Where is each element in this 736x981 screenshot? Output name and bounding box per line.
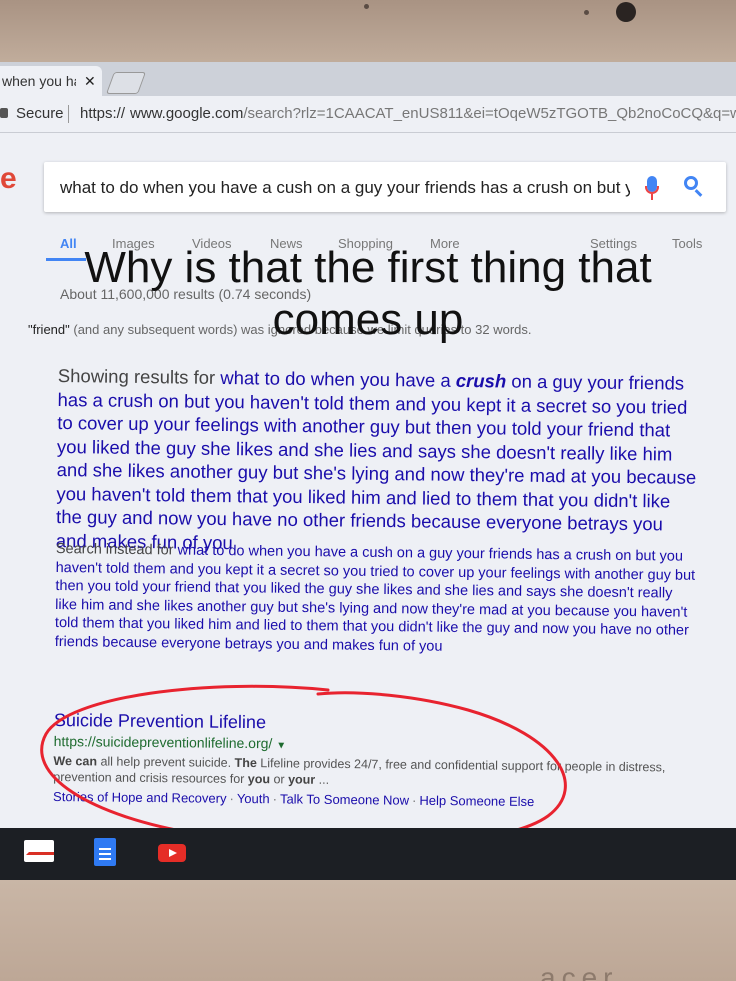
- sitelink-talk[interactable]: Talk To Someone Now: [280, 791, 409, 807]
- search-tabs: All Images Videos News Shopping More Set…: [60, 236, 736, 260]
- result-stats: About 11,600,000 results (0.74 seconds): [60, 286, 312, 302]
- tab-more[interactable]: More: [430, 236, 460, 251]
- instead-prefix: Search instead for: [55, 540, 178, 559]
- microphone-stand: [645, 186, 659, 194]
- result-url-text: https://suicidepreventionlifeline.org/: [53, 732, 273, 752]
- gmail-icon[interactable]: [24, 840, 54, 862]
- chevron-down-icon[interactable]: ▼: [276, 740, 286, 751]
- laptop-bezel-bottom: acer: [0, 880, 736, 981]
- docs-icon[interactable]: [94, 838, 116, 866]
- corrected-word: crush: [455, 369, 507, 392]
- browser-tabbar: when you ha ✕: [0, 62, 736, 96]
- laptop-screen: when you ha ✕ Secure https:// www.google…: [0, 62, 736, 880]
- secure-label: Secure: [16, 105, 64, 122]
- snippet-text: all help prevent suicide.: [96, 754, 235, 770]
- search-box[interactable]: what to do when you have a cush on a guy…: [44, 162, 726, 212]
- snippet-bold: We can: [53, 753, 98, 769]
- webcam-icon: [616, 2, 636, 22]
- result-snippet: We can all help prevent suicide. The Lif…: [53, 753, 673, 791]
- close-icon[interactable]: ✕: [84, 73, 96, 90]
- tab-news[interactable]: News: [270, 236, 303, 251]
- ignored-note-text: (and any subsequent words) was ignored b…: [69, 322, 532, 337]
- sitelink-youth[interactable]: Youth: [237, 791, 270, 806]
- separator: ·: [229, 790, 234, 806]
- sitelink-help[interactable]: Help Someone Else: [419, 793, 534, 809]
- browser-tab[interactable]: when you ha ✕: [0, 66, 102, 96]
- url-scheme: https://: [80, 105, 126, 122]
- corrected-query-part: what to do when you have a: [220, 366, 456, 391]
- tab-all[interactable]: All: [60, 236, 77, 251]
- tab-tools[interactable]: Tools: [672, 236, 702, 251]
- tab-settings[interactable]: Settings: [590, 236, 637, 251]
- sitelinks: Stories of Hope and Recovery · Youth · Talk …: [53, 789, 693, 811]
- sitelink-stories[interactable]: Stories of Hope and Recovery: [53, 789, 227, 806]
- active-tab-indicator: [46, 258, 86, 261]
- search-input[interactable]: what to do when you have a cush on a guy…: [60, 178, 630, 198]
- search-result: Suicide Prevention Lifeline https://suic…: [53, 710, 694, 811]
- os-shelf: [0, 828, 736, 880]
- corrected-query-part: on a guy your friends has a crush on but…: [55, 370, 697, 553]
- url-text[interactable]: www.google.com/search?rlz=1CAACAT_enUS81…: [130, 105, 736, 122]
- snippet-bold: The: [234, 755, 257, 771]
- tab-videos[interactable]: Videos: [192, 236, 232, 251]
- snippet-bold: you: [247, 772, 271, 787]
- separator: ·: [272, 791, 278, 807]
- snippet-text: ...: [315, 772, 330, 787]
- tab-title: when you ha: [2, 73, 76, 89]
- ignored-word: "friend": [28, 322, 70, 337]
- google-logo[interactable]: e: [0, 162, 17, 196]
- snippet-bold: your: [288, 772, 316, 787]
- separator: ·: [412, 792, 417, 808]
- tab-shopping[interactable]: Shopping: [338, 236, 393, 251]
- divider: [68, 105, 69, 123]
- original-query-link[interactable]: what to do when you have a cush on a guy…: [55, 542, 696, 654]
- tab-images[interactable]: Images: [112, 236, 155, 251]
- lock-icon: [0, 108, 8, 118]
- sensor-dot: [364, 4, 369, 9]
- brand-logo: acer: [540, 962, 619, 981]
- spell-correction: Showing results for what to do when you …: [56, 364, 698, 560]
- laptop-bezel-top: [0, 0, 736, 66]
- corrected-query-link[interactable]: what to do when you have a crush on a gu…: [56, 367, 697, 553]
- search-instead: Search instead for what to do when you h…: [55, 540, 696, 659]
- sensor-dot: [584, 10, 589, 15]
- snippet-text: or: [269, 772, 289, 787]
- address-bar[interactable]: Secure https:// www.google.com/search?rl…: [0, 96, 736, 133]
- url-path: /search?rlz=1CAACAT_enUS811&ei=tOqeW5zTG…: [243, 105, 736, 122]
- query-limit-note: "friend" (and any subsequent words) was …: [28, 322, 532, 337]
- microphone-base: [651, 194, 653, 200]
- new-tab-button[interactable]: [105, 72, 147, 94]
- url-host: www.google.com: [130, 105, 244, 122]
- showing-prefix: Showing results for: [57, 364, 221, 388]
- youtube-icon[interactable]: [158, 844, 186, 862]
- search-icon[interactable]: [684, 176, 698, 190]
